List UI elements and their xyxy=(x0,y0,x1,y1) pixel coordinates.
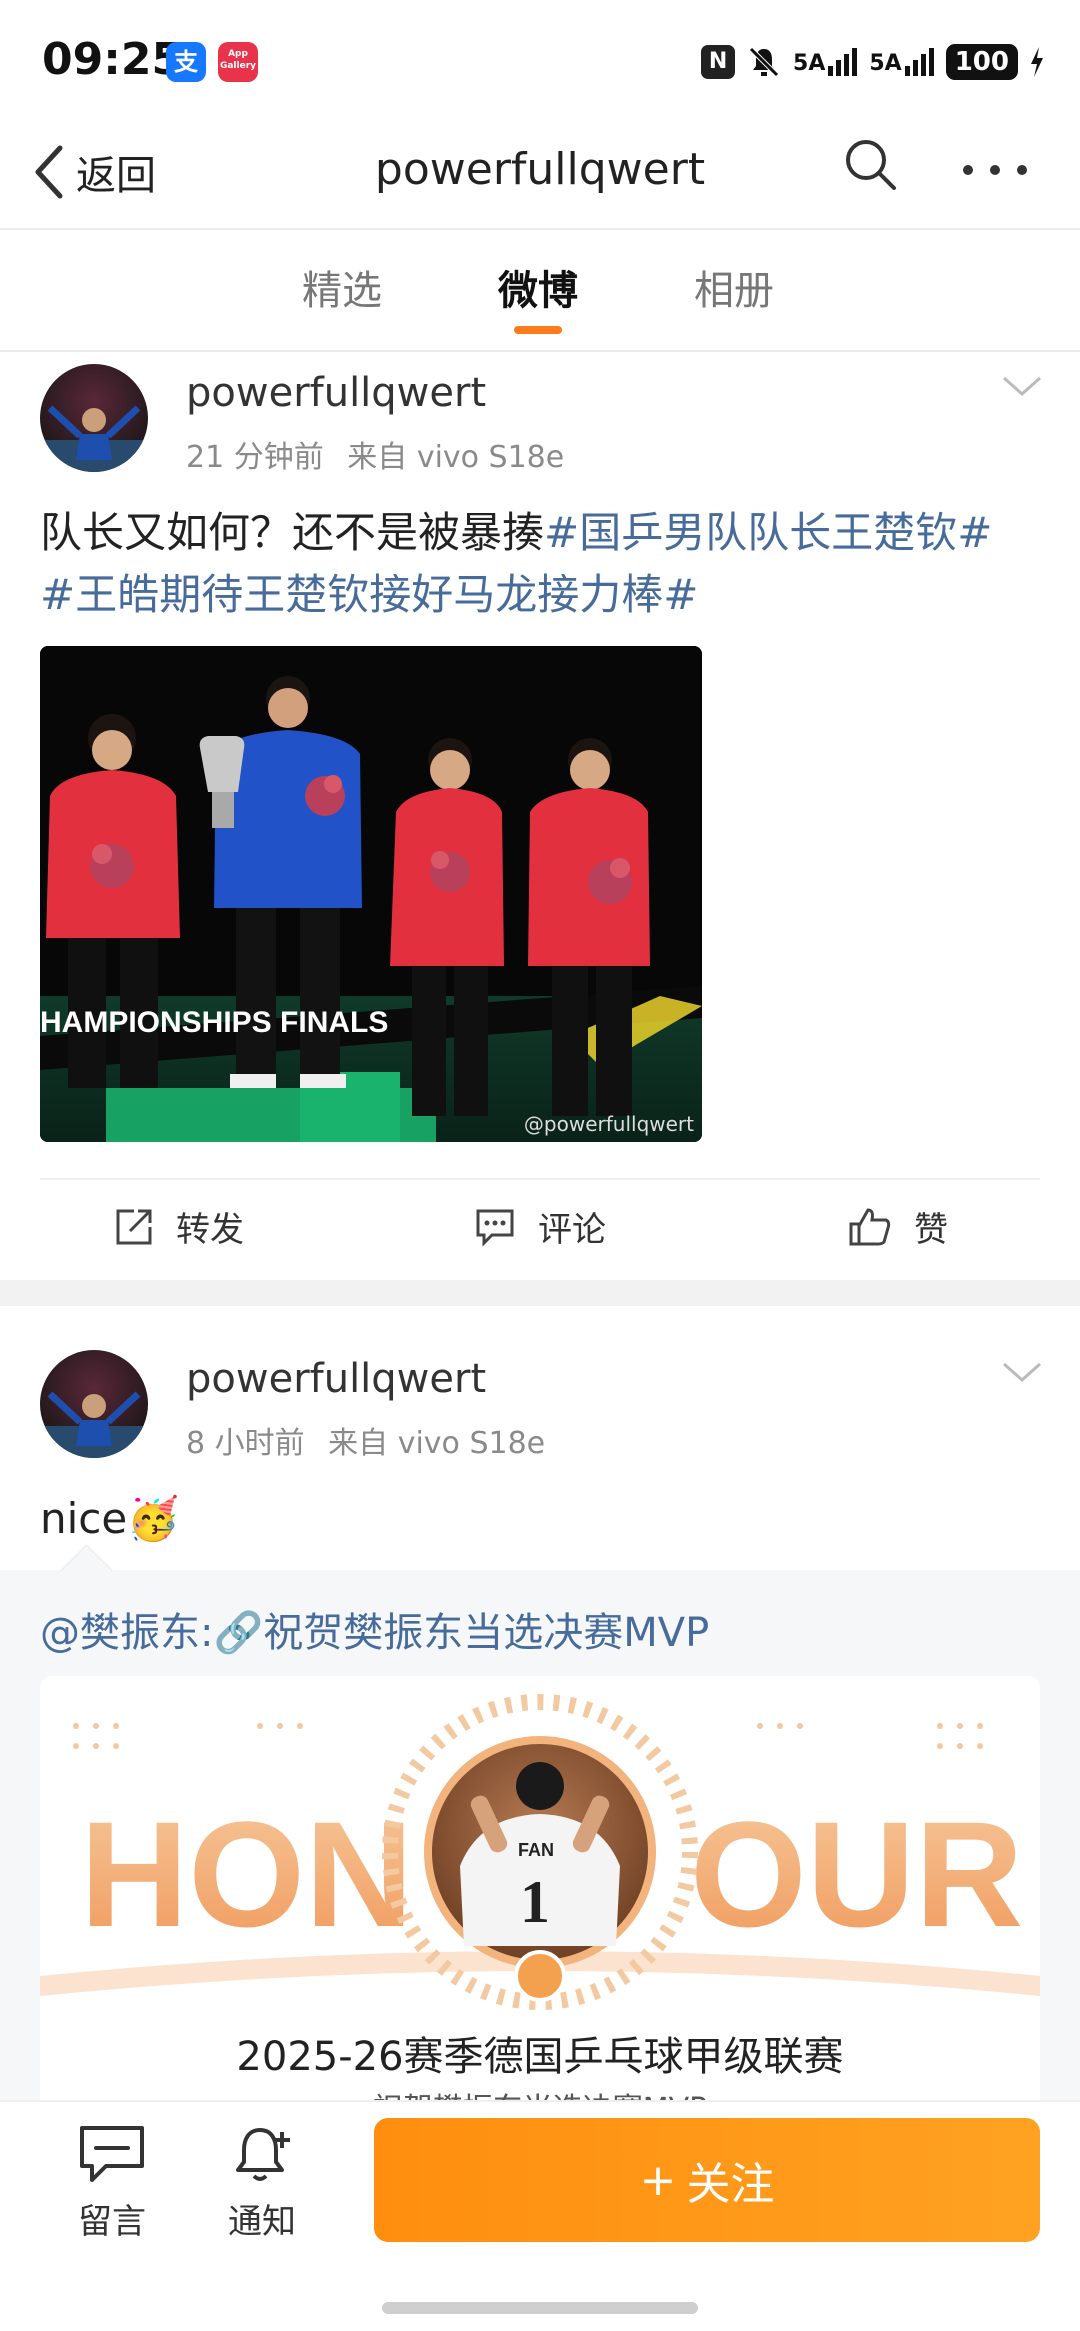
comment-icon xyxy=(476,1209,514,1247)
banner-text: HAMPIONSHIPS FINALS xyxy=(40,1006,388,1039)
home-indicator[interactable] xyxy=(382,2302,698,2314)
post-action-bar: 转发 评论 赞 xyxy=(40,1178,1040,1282)
like-label: 赞 xyxy=(914,1210,948,1250)
avatar[interactable] xyxy=(40,1350,148,1458)
message-button[interactable]: 留言 xyxy=(52,2122,172,2243)
post-image[interactable]: HAMPIONSHIPS FINALS @powerfullqwert xyxy=(40,646,702,1142)
bottom-bar: 留言 通知 + 关注 xyxy=(0,2100,1080,2331)
repost-icon xyxy=(116,1209,152,1244)
bell-plus-icon xyxy=(236,2128,290,2181)
reposted-content[interactable]: @樊振东:🔗祝贺樊振东当选决赛MVP HON OUR FAN 1 2025-26… xyxy=(0,1544,1080,2136)
post-username[interactable]: powerfullqwert xyxy=(186,1356,486,1402)
repost-button[interactable]: 转发 xyxy=(114,1202,244,1251)
post-text-plain: 队长又如何？还不是被暴揍 xyxy=(40,508,545,557)
hashtag-link[interactable]: #国乒男队队长王楚钦# xyxy=(544,508,992,557)
post-text: nice🥳 xyxy=(40,1488,1040,1550)
notify-button[interactable]: 通知 xyxy=(202,2122,322,2243)
thumbs-up-icon xyxy=(849,1207,891,1245)
honour-word-left: HON xyxy=(80,1790,413,1958)
comment-button[interactable]: 评论 xyxy=(474,1202,606,1251)
plus-icon: + xyxy=(639,2154,677,2206)
post-source-prefix: 来自 xyxy=(347,440,408,475)
message-icon xyxy=(80,2126,144,2182)
post-text: 队长又如何？还不是被暴揍#国乒男队队长王楚钦# #王皓期待王楚钦接好马龙接力棒# xyxy=(40,502,1040,626)
message-label: 留言 xyxy=(78,2202,146,2242)
notify-label: 通知 xyxy=(228,2202,296,2242)
post-text-plain: nice xyxy=(40,1494,128,1543)
honour-card-image[interactable]: HON OUR FAN 1 2025-26赛季德国乒乓球甲级联赛 祝贺樊振东当选… xyxy=(40,1676,1040,2136)
jersey-name: FAN xyxy=(518,1840,554,1860)
comment-label: 评论 xyxy=(538,1210,606,1250)
honour-word-right: OUR xyxy=(690,1790,1023,1958)
weibo-profile-screen: 09:25 支 App Gallery N 5A 5A 100 返回 power… xyxy=(0,0,1080,2331)
post-source: vivo S18e xyxy=(397,1426,546,1461)
post-meta: 8 小时前 来自 vivo S18e xyxy=(186,1418,545,1462)
card-caption: 2025-26赛季德国乒乓球甲级联赛 xyxy=(236,2034,844,2080)
post-time: 8 小时前 xyxy=(186,1426,305,1461)
follow-button[interactable]: + 关注 xyxy=(374,2118,1040,2242)
repost-line[interactable]: @樊振东:🔗祝贺樊振东当选决赛MVP xyxy=(40,1600,709,1658)
party-emoji-icon: 🥳 xyxy=(127,1494,180,1543)
post-meta: 21 分钟前 来自 vivo S18e xyxy=(186,432,564,476)
post-username[interactable]: powerfullqwert xyxy=(186,370,486,416)
avatar[interactable] xyxy=(40,364,148,472)
post-card: powerfullqwert 21 分钟前 来自 vivo S18e 队长又如何… xyxy=(0,0,1080,1280)
hashtag-link[interactable]: #王皓期待王楚钦接好马龙接力棒# xyxy=(40,570,698,619)
chevron-down-icon[interactable] xyxy=(1000,372,1044,400)
image-watermark: @powerfullqwert xyxy=(523,1112,694,1136)
post-divider xyxy=(0,1280,1080,1306)
follow-label: 关注 xyxy=(686,2159,775,2210)
repost-label: 转发 xyxy=(176,1210,244,1250)
post-source: vivo S18e xyxy=(416,440,565,475)
jersey-number: 1 xyxy=(520,1869,550,1935)
post-time: 21 分钟前 xyxy=(186,440,324,475)
chevron-down-icon[interactable] xyxy=(1000,1358,1044,1386)
post-source-prefix: 来自 xyxy=(328,1426,389,1461)
like-button[interactable]: 赞 xyxy=(848,1202,948,1251)
